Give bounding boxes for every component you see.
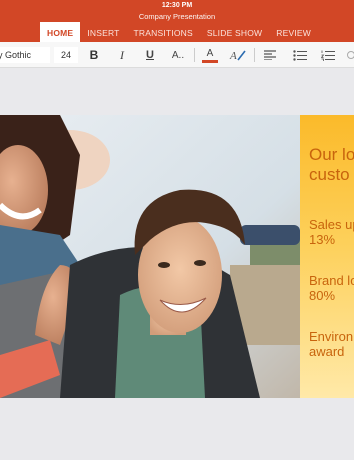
- bullet-list-icon: [293, 49, 307, 61]
- stat-sales-label[interactable]: Sales up: [309, 217, 354, 232]
- svg-text:A: A: [229, 50, 237, 62]
- tab-insert[interactable]: INSERT: [80, 22, 126, 42]
- bullet-list-button[interactable]: [290, 42, 310, 68]
- document-title[interactable]: Company Presentation: [0, 12, 354, 21]
- slide-heading-line2[interactable]: custo: [309, 165, 350, 185]
- ribbon-divider: [254, 48, 255, 62]
- stat-environment-label[interactable]: Environ: [309, 329, 353, 344]
- slide-photo: [0, 115, 306, 398]
- italic-button[interactable]: I: [112, 42, 132, 68]
- stat-brand-label[interactable]: Brand lo: [309, 273, 354, 288]
- more-icon: [347, 51, 354, 59]
- ribbon-tabs: HOME INSERT TRANSITIONS SLIDE SHOW REVIE…: [40, 22, 318, 42]
- tab-transitions[interactable]: TRANSITIONS: [127, 22, 200, 42]
- ribbon-divider: [194, 48, 195, 62]
- status-time: 12:30 PM: [161, 2, 193, 9]
- highlight-icon: A: [229, 50, 246, 62]
- bold-button[interactable]: B: [84, 42, 104, 68]
- tab-review[interactable]: REVIEW: [269, 22, 318, 42]
- numbered-list-icon: [321, 50, 335, 61]
- slide[interactable]: Our lo custo Sales up 13% Brand lo 80% E…: [0, 115, 354, 398]
- underline-button[interactable]: U: [140, 42, 160, 68]
- more-options-button[interactable]: [344, 42, 354, 68]
- align-left-button[interactable]: [260, 42, 280, 68]
- stat-environment-value[interactable]: award: [309, 344, 344, 359]
- font-name-field[interactable]: y Gothic: [0, 47, 50, 63]
- font-color-button[interactable]: A: [200, 42, 220, 68]
- font-color-glyph: A: [206, 47, 214, 59]
- stat-sales-value[interactable]: 13%: [309, 232, 335, 247]
- numbered-list-button[interactable]: [318, 42, 338, 68]
- highlight-button[interactable]: A: [228, 42, 248, 68]
- tab-slide-show[interactable]: SLIDE SHOW: [200, 22, 269, 42]
- font-color-bar: [202, 59, 218, 63]
- ribbon-toolbar: y Gothic 24 B I U A.. A A: [0, 42, 354, 68]
- font-size-field[interactable]: 24: [54, 47, 78, 63]
- text-size-button[interactable]: A..: [166, 42, 190, 68]
- title-bar: 12:30 PM Company Presentation HOME INSER…: [0, 0, 354, 42]
- slide-heading-line1[interactable]: Our lo: [309, 145, 354, 165]
- align-left-icon: [264, 50, 276, 60]
- stat-brand-value[interactable]: 80%: [309, 288, 335, 303]
- slide-canvas: Our lo custo Sales up 13% Brand lo 80% E…: [0, 68, 354, 460]
- tab-home[interactable]: HOME: [40, 22, 81, 42]
